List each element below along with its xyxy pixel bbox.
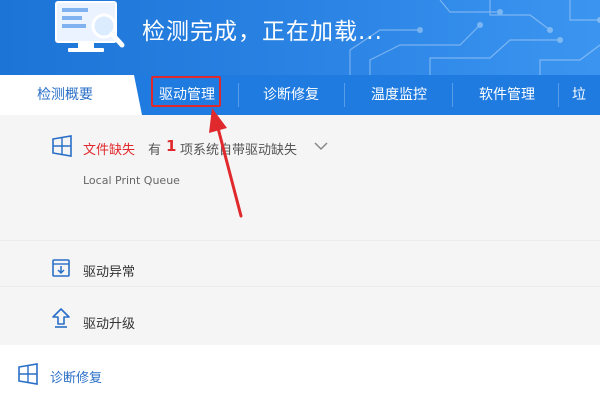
tab-overview[interactable]: 检测概要: [0, 75, 130, 115]
windows-window-icon: [18, 363, 38, 385]
loading-status-title: 检测完成，正在加载...: [142, 19, 383, 45]
missing-files-description: 项系统自带驱动缺失: [180, 143, 298, 158]
upload-arrow-icon: [52, 308, 70, 328]
tab-diagnose-repair-label: 诊断修复: [263, 87, 319, 103]
tab-temperature-monitor-label: 温度监控: [371, 87, 427, 103]
diagnose-repair-link[interactable]: 诊断修复: [50, 367, 102, 386]
missing-files-label[interactable]: 文件缺失: [83, 139, 135, 158]
tab-divider: [238, 83, 239, 107]
tab-temperature-monitor[interactable]: 温度监控: [354, 75, 444, 115]
windows-window-icon: [52, 135, 72, 157]
app-header: 检测完成，正在加载...: [0, 0, 600, 75]
main-tab-bar: 检测概要 驱动管理 诊断修复 温度监控 软件管理 垃: [0, 75, 600, 115]
monitor-magnifier-icon: [55, 1, 125, 52]
driver-abnormal-label: 驱动异常: [83, 265, 136, 280]
tab-cleanup-partial-label: 垃: [572, 87, 586, 103]
main-content: 文件缺失 有 1 项系统自带驱动缺失 Local Print Queue 驱动异…: [0, 115, 600, 400]
missing-driver-item: Local Print Queue: [83, 174, 180, 187]
missing-files-prefix: 有: [148, 143, 162, 158]
driver-upgrade-label: 驱动升级: [83, 317, 136, 332]
tab-overview-label: 检测概要: [37, 87, 93, 103]
tab-software-management[interactable]: 软件管理: [462, 75, 552, 115]
active-tab-slant: [128, 75, 142, 115]
tab-divider: [344, 83, 345, 107]
tab-software-management-label: 软件管理: [479, 87, 535, 103]
driver-abnormal-icon: [52, 259, 70, 277]
tab-cleanup-partial[interactable]: 垃: [566, 75, 600, 115]
tab-diagnose-repair[interactable]: 诊断修复: [246, 75, 336, 115]
chevron-down-icon[interactable]: [314, 141, 328, 151]
tab-divider: [558, 83, 559, 107]
missing-count: 1: [166, 137, 177, 155]
tab-divider: [452, 83, 453, 107]
highlight-box: [151, 76, 221, 107]
